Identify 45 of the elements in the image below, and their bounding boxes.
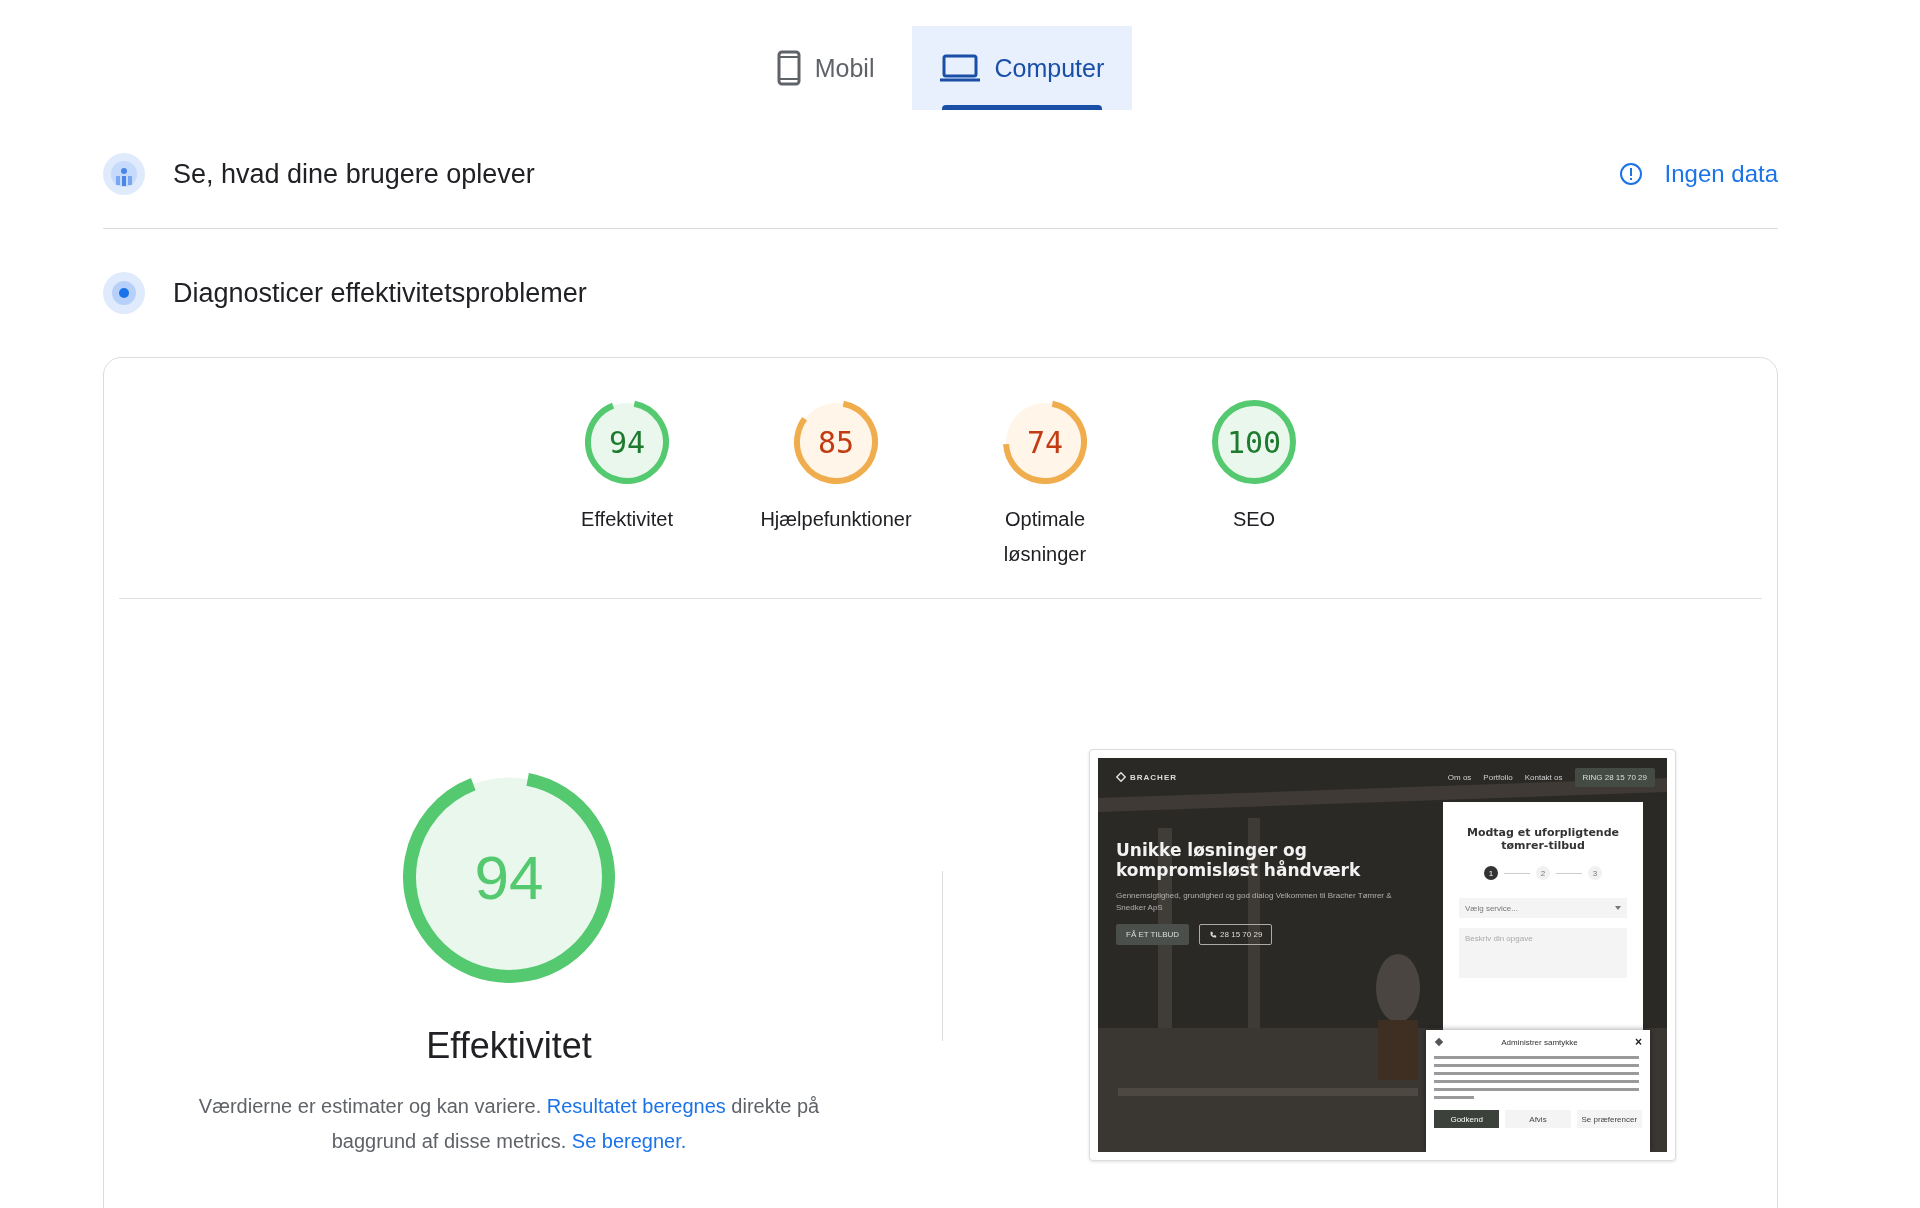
no-data-link[interactable]: Ingen data <box>1664 160 1778 188</box>
service-select[interactable]: Vælg service... <box>1459 898 1627 918</box>
nav-link[interactable]: Portfolio <box>1483 772 1513 782</box>
logo-icon <box>1434 1037 1444 1047</box>
score-value: 94 <box>474 843 544 913</box>
step-indicator: 1 <box>1484 866 1498 880</box>
section-title: Diagnosticer effektivitetsproblemer <box>173 277 588 309</box>
step-indicator: 3 <box>1588 866 1602 880</box>
link[interactable]: Resultatet beregnes <box>546 1095 726 1117</box>
description-text: Værdierne er estimater og kan variere. Resultatet beregnes direkte på baggrund af disse metrics. Se beregner. <box>197 1094 821 1154</box>
users-icon <box>103 153 145 195</box>
logo-icon <box>1116 772 1126 782</box>
score-value: 100 <box>1226 424 1282 460</box>
hero-subtitle: Gennemsigtighed, grundighed og god dialog Velkommen til Bracher Tømrer & Snedker ApS <box>1116 890 1393 914</box>
category-label: Hjælpefunktioner <box>760 507 912 532</box>
step-indicator: 2 <box>1536 866 1550 880</box>
radar-icon <box>103 272 145 314</box>
category-label: Optimale løsninger <box>1002 507 1088 567</box>
device-tab[interactable]: Mobil <box>748 26 903 110</box>
device-tab[interactable]: Computer <box>912 26 1133 110</box>
category-title: Effektivitet <box>426 1025 592 1067</box>
consent-button[interactable]: Godkend <box>1434 1110 1500 1128</box>
info-icon <box>1618 162 1643 186</box>
laptop-icon <box>940 54 981 82</box>
hero-button[interactable]: 28 15 70 29 <box>1199 924 1273 945</box>
consent-button[interactable]: Se præferencer <box>1576 1110 1642 1128</box>
chevron-down-icon <box>1615 906 1621 910</box>
phone-icon <box>1209 930 1218 939</box>
hero-heading: Unikke løsninger og kompromisløst håndværk <box>1116 840 1362 880</box>
nav-link[interactable]: Kontakt os <box>1524 772 1563 782</box>
consent-button[interactable]: Afvis <box>1505 1110 1571 1128</box>
category-label: SEO <box>1232 507 1276 532</box>
close-button[interactable]: × <box>1634 1036 1642 1048</box>
score-value: 85 <box>817 424 855 460</box>
site-logo: BRACHER <box>1130 772 1177 782</box>
dialog-title: Administrer samtykke <box>1501 1037 1578 1047</box>
hero-button[interactable]: FÅ ET TILBUD <box>1116 924 1190 945</box>
nav-link[interactable]: Om os <box>1447 772 1472 782</box>
score-value: 74 <box>1026 424 1064 460</box>
form-title: Modtag et uforpligtende tømrer-tilbud <box>1465 826 1621 852</box>
score-value: 94 <box>608 424 646 460</box>
category-label: Effektivitet <box>581 507 673 532</box>
section-title: Se, hvad dine brugere oplever <box>173 158 536 190</box>
phone-icon <box>776 50 801 86</box>
link[interactable]: Se beregner. <box>571 1130 687 1152</box>
